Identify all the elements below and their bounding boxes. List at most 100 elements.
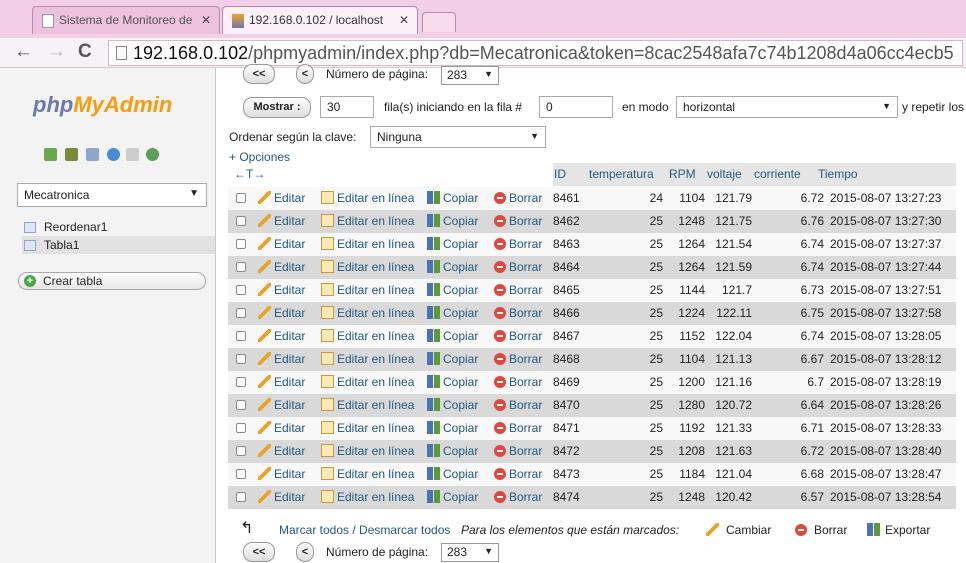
copy-link[interactable]: Copiar xyxy=(427,260,478,274)
cell-corriente[interactable]: 6.72 xyxy=(758,444,824,458)
column-header-tiempo[interactable]: Tiempo xyxy=(818,167,858,181)
inline-edit-link[interactable]: Editar en línea xyxy=(321,237,414,251)
cell-tiempo[interactable]: 2015-08-07 13:28:33 xyxy=(830,421,941,435)
prev-page-button-bottom[interactable]: < xyxy=(296,542,314,562)
cell-temperatura[interactable]: 25 xyxy=(601,214,663,228)
cell-voltaje[interactable]: 122.04 xyxy=(708,329,752,343)
cell-id[interactable]: 8463 xyxy=(553,237,598,251)
cell-tiempo[interactable]: 2015-08-07 13:28:05 xyxy=(830,329,941,343)
cell-id[interactable]: 8466 xyxy=(553,306,598,320)
copy-link[interactable]: Copiar xyxy=(427,191,478,205)
cell-rpm[interactable]: 1192 xyxy=(668,421,705,435)
cell-id[interactable]: 8468 xyxy=(553,352,598,366)
copy-link[interactable]: Copiar xyxy=(427,421,478,435)
copy-link[interactable]: Copiar xyxy=(427,214,478,228)
cell-id[interactable]: 8469 xyxy=(553,375,598,389)
cell-temperatura[interactable]: 25 xyxy=(601,467,663,481)
cell-temperatura[interactable]: 25 xyxy=(601,306,663,320)
cell-rpm[interactable]: 1152 xyxy=(668,329,705,343)
cell-rpm[interactable]: 1264 xyxy=(668,260,705,274)
inline-edit-link[interactable]: Editar en línea xyxy=(321,283,414,297)
cell-voltaje[interactable]: 121.7 xyxy=(708,283,752,297)
reload-icon[interactable]: C xyxy=(78,40,92,64)
cell-tiempo[interactable]: 2015-08-07 13:28:54 xyxy=(830,490,941,504)
row-checkbox[interactable] xyxy=(236,262,246,272)
copy-link[interactable]: Copiar xyxy=(427,490,478,504)
cell-temperatura[interactable]: 25 xyxy=(601,421,663,435)
tab-sistema-monitoreo[interactable]: Sistema de Monitoreo de ✕ xyxy=(32,6,220,34)
copy-link[interactable]: Copiar xyxy=(427,329,478,343)
row-checkbox[interactable] xyxy=(236,423,246,433)
delete-selected-button[interactable]: Borrar xyxy=(795,523,847,537)
delete-link[interactable]: Borrar xyxy=(494,467,542,481)
cell-corriente[interactable]: 6.74 xyxy=(758,329,824,343)
cell-id[interactable]: 8465 xyxy=(553,283,598,297)
delete-link[interactable]: Borrar xyxy=(494,398,542,412)
delete-link[interactable]: Borrar xyxy=(494,329,542,343)
cell-corriente[interactable]: 6.57 xyxy=(758,490,824,504)
home-icon[interactable] xyxy=(44,148,57,161)
edit-link[interactable]: Editar xyxy=(258,260,305,274)
cell-id[interactable]: 8464 xyxy=(553,260,598,274)
cell-tiempo[interactable]: 2015-08-07 13:27:51 xyxy=(830,283,941,297)
cell-voltaje[interactable]: 120.72 xyxy=(708,398,752,412)
inline-edit-link[interactable]: Editar en línea xyxy=(321,306,414,320)
edit-link[interactable]: Editar xyxy=(258,398,305,412)
row-checkbox[interactable] xyxy=(236,216,246,226)
close-icon[interactable]: ✕ xyxy=(201,13,211,27)
cell-temperatura[interactable]: 25 xyxy=(601,329,663,343)
inline-edit-link[interactable]: Editar en línea xyxy=(321,260,414,274)
sql-query-icon[interactable] xyxy=(86,148,99,161)
inline-edit-link[interactable]: Editar en línea xyxy=(321,214,414,228)
edit-link[interactable]: Editar xyxy=(258,283,305,297)
edit-link[interactable]: Editar xyxy=(258,444,305,458)
address-bar[interactable]: 192.168.0.102/phpmyadmin/index.php?db=Me… xyxy=(108,40,963,66)
database-select[interactable]: Mecatronica ▼ xyxy=(17,183,207,207)
column-move-control[interactable]: ←T→ xyxy=(234,167,265,181)
cell-id[interactable]: 8471 xyxy=(553,421,598,435)
edit-link[interactable]: Editar xyxy=(258,329,305,343)
back-arrow-icon[interactable]: ← xyxy=(14,40,33,64)
mode-select[interactable]: horizontal ▼ xyxy=(676,96,898,118)
cell-voltaje[interactable]: 121.13 xyxy=(708,352,752,366)
inline-edit-link[interactable]: Editar en línea xyxy=(321,329,414,343)
cell-temperatura[interactable]: 25 xyxy=(601,490,663,504)
page-number-select[interactable]: 283 ▼ xyxy=(441,66,499,85)
cell-temperatura[interactable]: 25 xyxy=(601,260,663,274)
delete-link[interactable]: Borrar xyxy=(494,214,542,228)
inline-edit-link[interactable]: Editar en línea xyxy=(321,444,414,458)
copy-link[interactable]: Copiar xyxy=(427,467,478,481)
row-checkbox[interactable] xyxy=(236,354,246,364)
copy-link[interactable]: Copiar xyxy=(427,444,478,458)
row-checkbox[interactable] xyxy=(236,446,246,456)
inline-edit-link[interactable]: Editar en línea xyxy=(321,191,414,205)
edit-link[interactable]: Editar xyxy=(258,214,305,228)
delete-link[interactable]: Borrar xyxy=(494,260,542,274)
cell-temperatura[interactable]: 25 xyxy=(601,375,663,389)
column-header-id[interactable]: ID xyxy=(554,167,566,181)
cell-temperatura[interactable]: 25 xyxy=(601,283,663,297)
inline-edit-link[interactable]: Editar en línea xyxy=(321,421,414,435)
inline-edit-link[interactable]: Editar en línea xyxy=(321,398,414,412)
row-checkbox[interactable] xyxy=(236,331,246,341)
row-checkbox[interactable] xyxy=(236,239,246,249)
inline-edit-link[interactable]: Editar en línea xyxy=(321,490,414,504)
row-checkbox[interactable] xyxy=(236,492,246,502)
delete-link[interactable]: Borrar xyxy=(494,490,542,504)
cell-corriente[interactable]: 6.74 xyxy=(758,260,824,274)
column-header-temperatura[interactable]: temperatura xyxy=(589,167,654,181)
page-number-select-bottom[interactable]: 283 ▼ xyxy=(441,543,499,562)
cell-rpm[interactable]: 1248 xyxy=(668,490,705,504)
cell-voltaje[interactable]: 121.33 xyxy=(708,421,752,435)
cell-corriente[interactable]: 6.72 xyxy=(758,191,824,205)
cell-rpm[interactable]: 1264 xyxy=(668,237,705,251)
cell-voltaje[interactable]: 121.54 xyxy=(708,237,752,251)
edit-link[interactable]: Editar xyxy=(258,306,305,320)
cell-id[interactable]: 8467 xyxy=(553,329,598,343)
inline-edit-link[interactable]: Editar en línea xyxy=(321,352,414,366)
copy-link[interactable]: Copiar xyxy=(427,398,478,412)
cell-tiempo[interactable]: 2015-08-07 13:28:12 xyxy=(830,352,941,366)
options-link[interactable]: + Opciones xyxy=(229,150,290,164)
cell-rpm[interactable]: 1280 xyxy=(668,398,705,412)
row-checkbox[interactable] xyxy=(236,285,246,295)
